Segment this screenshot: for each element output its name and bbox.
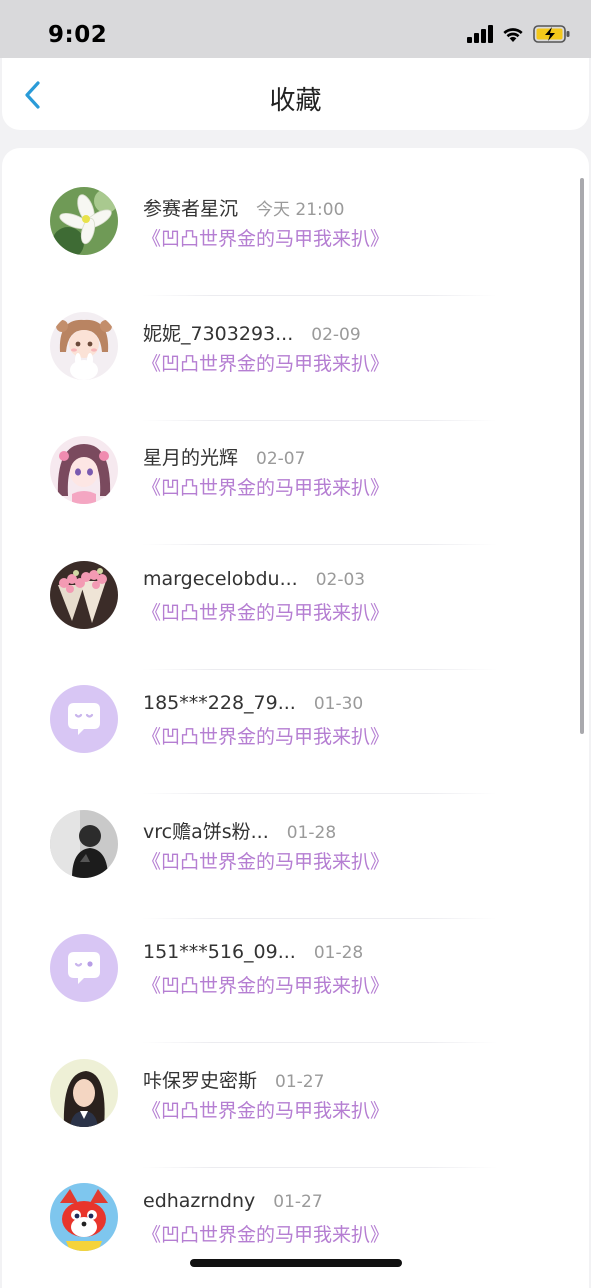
- divider: [142, 295, 497, 296]
- book-title-link[interactable]: 《凹凸世界金的马甲我来扒》: [142, 473, 389, 500]
- divider: [142, 1042, 497, 1043]
- home-indicator[interactable]: [190, 1259, 402, 1267]
- item-header: 参赛者星沉 今天 21:00: [143, 194, 344, 221]
- user-name: vrc赡a饼s粉...: [143, 820, 269, 843]
- item-header: 星月的光辉 02-07: [143, 443, 305, 470]
- user-name: 参赛者星沉: [143, 198, 239, 220]
- scrollbar[interactable]: [580, 178, 584, 734]
- item-header: 151***516_09... 01-28: [143, 941, 363, 963]
- divider: [142, 419, 497, 421]
- list-item[interactable]: 咔保罗史密斯 01-27 《凹凸世界金的马甲我来扒》: [2, 1050, 589, 1175]
- avatar-anime-girl-bunny[interactable]: [50, 311, 118, 380]
- divider: [142, 1166, 497, 1168]
- timestamp: 02-07: [256, 449, 306, 469]
- user-name: 185***228_79...: [143, 692, 296, 714]
- avatar-lily-flower[interactable]: [50, 187, 118, 255]
- item-header: 妮妮_7303293... 02-09: [143, 319, 361, 346]
- navigation-bar: 收藏: [2, 58, 589, 130]
- favorites-card: 参赛者星沉 今天 21:00 《凹凸世界金的马甲我来扒》 妮妮_7303293.…: [2, 148, 589, 1288]
- book-title-link[interactable]: 《凹凸世界金的马甲我来扒》: [142, 224, 389, 251]
- avatar-default-chat[interactable]: [50, 685, 118, 753]
- timestamp: 02-09: [311, 324, 361, 345]
- book-title-link[interactable]: 《凹凸世界金的马甲我来扒》: [142, 971, 389, 998]
- status-time: 9:02: [48, 22, 108, 48]
- item-header: vrc赡a饼s粉... 01-28: [143, 817, 336, 844]
- favorites-list: 参赛者星沉 今天 21:00 《凹凸世界金的马甲我来扒》 妮妮_7303293.…: [2, 178, 589, 1288]
- divider: [142, 668, 497, 670]
- list-item[interactable]: margecelobdu... 02-03 《凹凸世界金的马甲我来扒》: [2, 552, 589, 677]
- book-title-link[interactable]: 《凹凸世界金的马甲我来扒》: [142, 598, 389, 625]
- user-name: edhazrndny: [143, 1190, 256, 1212]
- list-item[interactable]: 妮妮_7303293... 02-09 《凹凸世界金的马甲我来扒》: [2, 303, 589, 428]
- avatar-dark-photo[interactable]: [50, 809, 118, 878]
- avatar-girl-portrait[interactable]: [50, 1058, 118, 1127]
- avatar-red-cartoon-fox[interactable]: [50, 1183, 118, 1251]
- wifi-icon: [501, 25, 525, 47]
- book-title-link[interactable]: 《凹凸世界金的马甲我来扒》: [142, 1096, 389, 1123]
- timestamp: 01-27: [273, 1192, 323, 1212]
- user-name: margecelobdu...: [143, 567, 298, 590]
- divider: [142, 544, 497, 545]
- item-header: edhazrndny 01-27: [143, 1190, 323, 1212]
- avatar-default-chat[interactable]: [50, 934, 118, 1002]
- list-item[interactable]: vrc赡a饼s粉... 01-28 《凹凸世界金的马甲我来扒》: [2, 801, 589, 926]
- user-name: 妮妮_7303293...: [143, 322, 294, 345]
- book-title-link[interactable]: 《凹凸世界金的马甲我来扒》: [142, 1220, 389, 1247]
- book-title-link[interactable]: 《凹凸世界金的马甲我来扒》: [142, 349, 389, 376]
- avatar-pink-bouquets[interactable]: [50, 560, 118, 629]
- user-name: 151***516_09...: [143, 941, 296, 963]
- list-item[interactable]: 参赛者星沉 今天 21:00 《凹凸世界金的马甲我来扒》: [2, 178, 589, 303]
- list-item[interactable]: 星月的光辉 02-07 《凹凸世界金的马甲我来扒》: [2, 427, 589, 552]
- timestamp: 01-28: [313, 943, 364, 963]
- divider: [142, 917, 497, 919]
- list-item[interactable]: edhazrndny 01-27 《凹凸世界金的马甲我来扒》: [2, 1174, 589, 1288]
- battery-charging-icon: [533, 24, 571, 48]
- user-name: 星月的光辉: [143, 447, 239, 469]
- timestamp: 今天 21:00: [256, 200, 345, 220]
- timestamp: 01-27: [275, 1071, 325, 1092]
- divider: [142, 793, 497, 794]
- user-name: 咔保罗史密斯: [143, 1069, 258, 1092]
- timestamp: 01-30: [313, 694, 364, 714]
- avatar-anime-girl-pink[interactable]: [50, 436, 118, 504]
- list-item[interactable]: 151***516_09... 01-28 《凹凸世界金的马甲我来扒》: [2, 925, 589, 1050]
- status-bar: 9:02: [0, 0, 591, 58]
- timestamp: 01-28: [286, 822, 337, 843]
- status-icons: [467, 24, 571, 48]
- list-item[interactable]: 185***228_79... 01-30 《凹凸世界金的马甲我来扒》: [2, 676, 589, 801]
- item-header: 咔保罗史密斯 01-27: [143, 1066, 324, 1093]
- book-title-link[interactable]: 《凹凸世界金的马甲我来扒》: [142, 847, 389, 874]
- timestamp: 02-03: [315, 569, 366, 590]
- page-title: 收藏: [269, 86, 322, 116]
- cellular-signal-icon: [467, 25, 493, 47]
- item-header: margecelobdu... 02-03: [143, 568, 365, 590]
- item-header: 185***228_79... 01-30: [143, 692, 363, 714]
- book-title-link[interactable]: 《凹凸世界金的马甲我来扒》: [142, 722, 389, 749]
